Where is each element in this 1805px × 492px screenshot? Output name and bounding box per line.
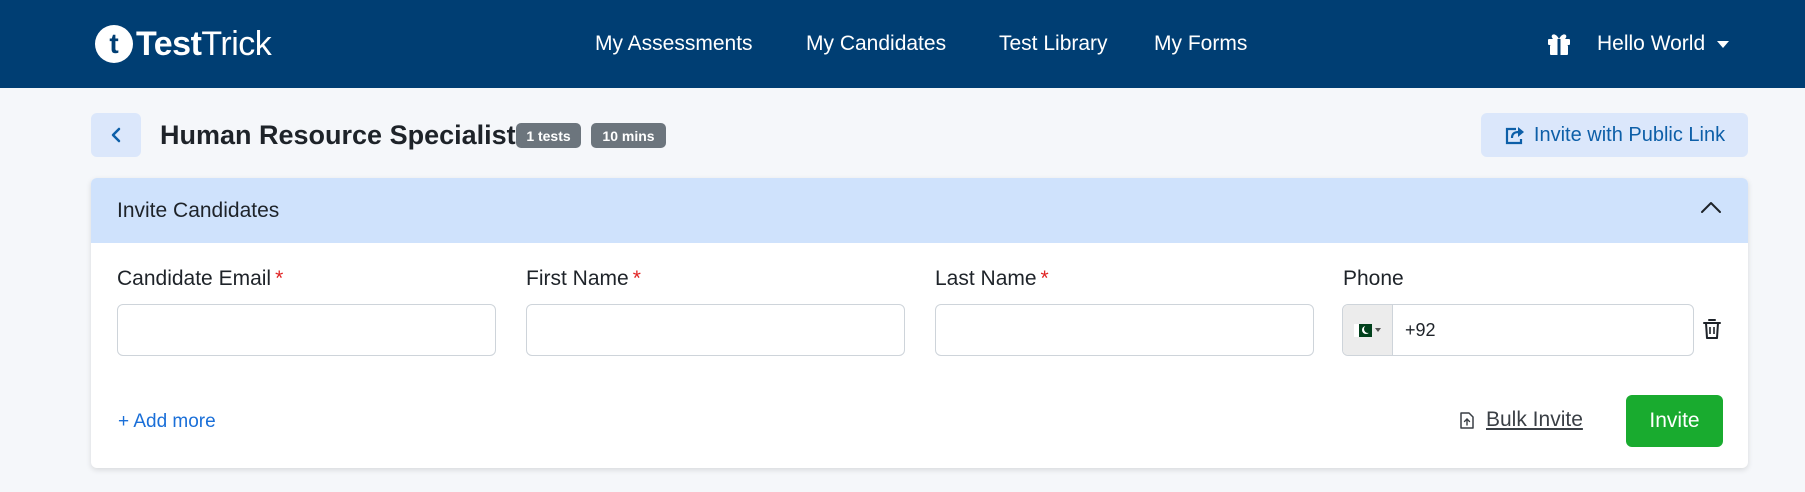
invite-public-link-label: Invite with Public Link	[1533, 123, 1726, 146]
logo-text: TestTrick	[136, 24, 272, 64]
required-mark: *	[632, 267, 641, 290]
testtrick-logo[interactable]: t TestTrick	[95, 24, 272, 64]
country-code-select[interactable]	[1343, 305, 1393, 355]
last-name-field[interactable]	[935, 304, 1314, 356]
first-name-field[interactable]	[526, 304, 905, 356]
last-name-label: Last Name *	[935, 266, 1049, 292]
file-upload-icon	[1460, 411, 1474, 429]
back-button[interactable]	[91, 113, 141, 157]
candidate-email-label: Candidate Email *	[117, 266, 283, 292]
bulk-invite-link[interactable]: Bulk Invite	[1460, 408, 1583, 432]
nav-test-library[interactable]: Test Library	[999, 32, 1108, 56]
tests-count-badge: 1 tests	[516, 123, 581, 148]
caret-down-icon	[1375, 328, 1381, 332]
chevron-left-icon	[111, 127, 121, 143]
invite-candidates-header[interactable]: Invite Candidates	[91, 178, 1748, 243]
phone-field-group	[1342, 304, 1694, 356]
invite-public-link-button[interactable]: Invite with Public Link	[1481, 113, 1748, 157]
required-mark: *	[275, 267, 284, 290]
candidate-email-label-text: Candidate Email	[117, 267, 272, 290]
nav-my-candidates[interactable]: My Candidates	[806, 32, 946, 56]
logo-badge: t	[95, 25, 133, 63]
invite-candidates-title: Invite Candidates	[117, 198, 280, 222]
trash-icon[interactable]	[1703, 318, 1721, 340]
share-icon	[1505, 127, 1524, 145]
first-name-label: First Name *	[526, 266, 641, 292]
page-title: Human Resource Specialist	[160, 120, 516, 150]
add-more-link[interactable]: + Add more	[118, 410, 216, 434]
chevron-up-icon[interactable]	[1700, 200, 1722, 214]
gift-icon[interactable]	[1545, 29, 1573, 57]
logo-text-bold: Test	[136, 24, 202, 63]
first-name-label-text: First Name	[526, 267, 629, 290]
invite-button[interactable]: Invite	[1626, 395, 1723, 447]
caret-down-icon	[1717, 40, 1730, 48]
duration-badge: 10 mins	[591, 123, 666, 148]
top-navbar: t TestTrick My Assessments My Candidates…	[0, 0, 1805, 88]
user-name: Hello World	[1597, 32, 1706, 55]
last-name-label-text: Last Name	[935, 267, 1037, 290]
bulk-invite-label: Bulk Invite	[1486, 408, 1583, 431]
candidate-email-field[interactable]	[117, 304, 496, 356]
pakistan-flag-icon	[1354, 323, 1372, 337]
nav-my-forms[interactable]: My Forms	[1154, 32, 1247, 56]
flag-crescent-cut	[1364, 324, 1372, 333]
user-menu[interactable]: Hello World	[1597, 32, 1730, 56]
phone-label: Phone	[1343, 267, 1404, 290]
nav-my-assessments[interactable]: My Assessments	[595, 32, 753, 56]
logo-text-light: Trick	[201, 24, 272, 63]
required-mark: *	[1040, 267, 1049, 290]
phone-field[interactable]	[1393, 305, 1693, 355]
